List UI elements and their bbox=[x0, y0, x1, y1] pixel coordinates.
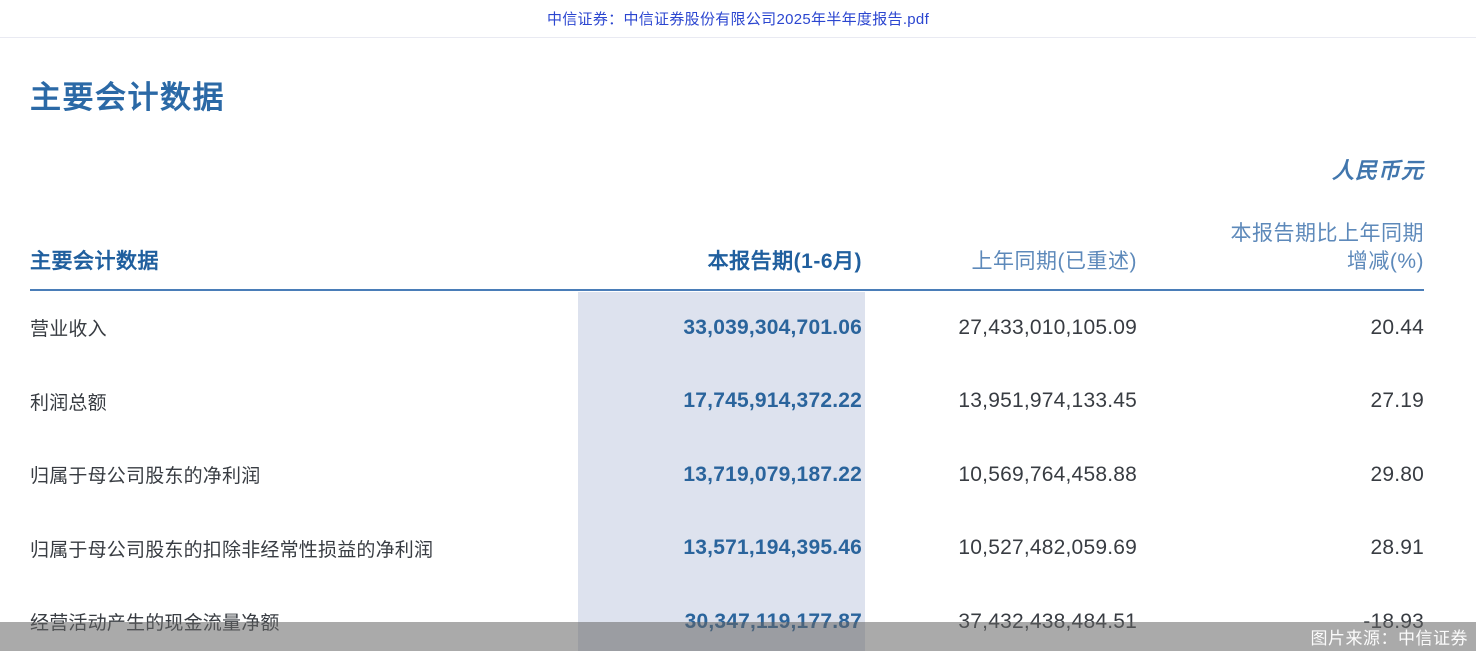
table-row: 归属于母公司股东的扣除非经常性损益的净利润 13,571,194,395.46 … bbox=[30, 512, 1424, 586]
currency-note: 人民币元 bbox=[30, 158, 1424, 184]
report-page: 中信证券：中信证券股份有限公司2025年半年度报告.pdf 主要会计数据 人民币… bbox=[0, 0, 1476, 651]
change-percent-value: 20.44 bbox=[1137, 316, 1424, 340]
column-header-current-period: 本报告期(1-6月) bbox=[578, 248, 865, 276]
row-label: 归属于母公司股东的扣除非经常性损益的净利润 bbox=[30, 535, 578, 562]
row-label: 营业收入 bbox=[30, 314, 578, 341]
pdf-title-link[interactable]: 中信证券：中信证券股份有限公司2025年半年度报告.pdf bbox=[547, 8, 929, 29]
column-header-prior-period: 上年同期(已重述) bbox=[865, 248, 1137, 276]
prior-period-value: 13,951,974,133.45 bbox=[865, 389, 1137, 413]
image-source-overlay: 图片来源：中信证券 bbox=[0, 622, 1476, 651]
table-row: 归属于母公司股东的净利润 13,719,079,187.22 10,569,76… bbox=[30, 438, 1424, 512]
column-header-change-percent: 本报告期比上年同期 增减(%) bbox=[1137, 220, 1424, 276]
column-header-change-line1: 本报告期比上年同期 bbox=[1137, 220, 1424, 248]
row-label: 利润总额 bbox=[30, 388, 578, 415]
change-percent-value: 27.19 bbox=[1137, 389, 1424, 413]
table-row: 利润总额 17,745,914,372.22 13,951,974,133.45… bbox=[30, 365, 1424, 439]
column-header-change-line2: 增减(%) bbox=[1137, 248, 1424, 276]
current-period-value: 13,571,194,395.46 bbox=[578, 536, 865, 560]
current-period-value: 13,719,079,187.22 bbox=[578, 463, 865, 487]
current-period-value: 33,039,304,701.06 bbox=[578, 316, 865, 340]
prior-period-value: 10,569,764,458.88 bbox=[865, 463, 1137, 487]
row-label: 归属于母公司股东的净利润 bbox=[30, 461, 578, 488]
change-percent-value: 29.80 bbox=[1137, 463, 1424, 487]
column-header-label: 主要会计数据 bbox=[30, 248, 578, 276]
image-source-watermark: 图片来源：中信证券 bbox=[1311, 624, 1476, 649]
current-period-value: 17,745,914,372.22 bbox=[578, 389, 865, 413]
change-percent-value: 28.91 bbox=[1137, 536, 1424, 560]
report-content: 主要会计数据 人民币元 主要会计数据 本报告期(1-6月) 上年同期(已重述) … bbox=[0, 80, 1476, 651]
top-title-bar: 中信证券：中信证券股份有限公司2025年半年度报告.pdf bbox=[0, 0, 1476, 38]
table-row: 营业收入 33,039,304,701.06 27,433,010,105.09… bbox=[30, 291, 1424, 365]
page-title: 主要会计数据 bbox=[30, 80, 1424, 115]
table-header-row: 主要会计数据 本报告期(1-6月) 上年同期(已重述) 本报告期比上年同期 增减… bbox=[30, 220, 1424, 291]
prior-period-value: 27,433,010,105.09 bbox=[865, 316, 1137, 340]
prior-period-value: 10,527,482,059.69 bbox=[865, 536, 1137, 560]
